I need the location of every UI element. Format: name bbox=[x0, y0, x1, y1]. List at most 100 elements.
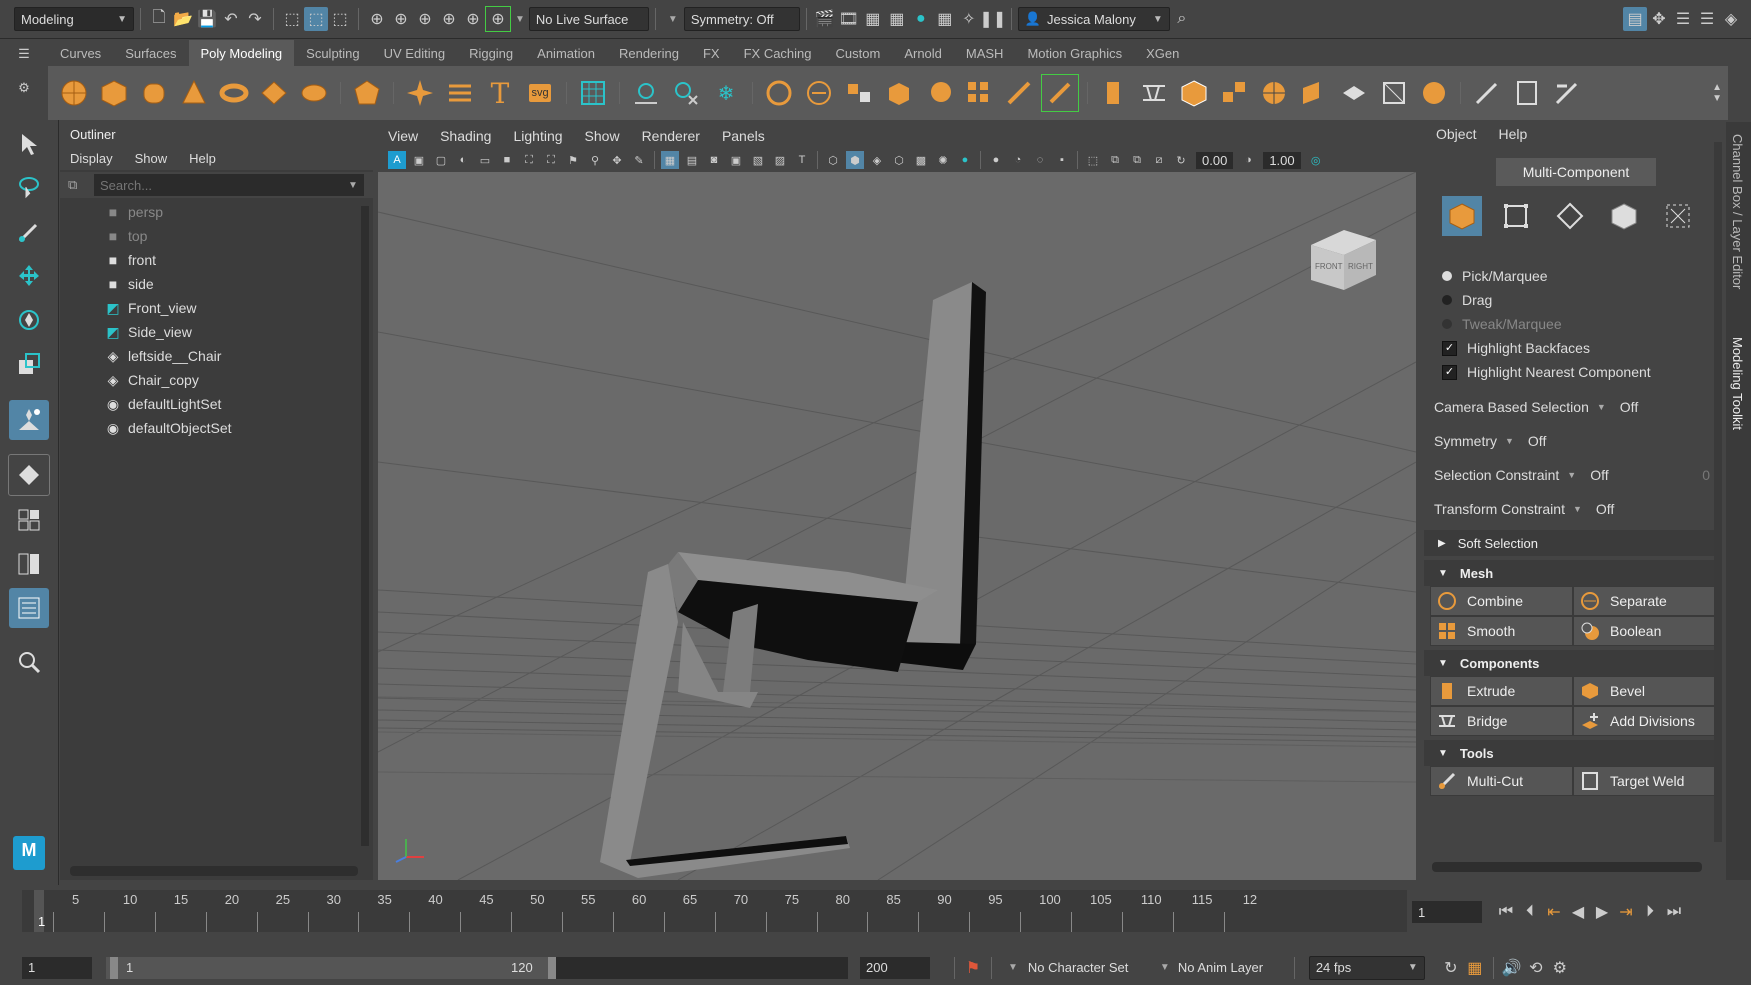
gamma-icon[interactable]: ◑ bbox=[1239, 151, 1257, 169]
rotate-tool-icon[interactable] bbox=[9, 300, 49, 340]
current-frame-field[interactable]: 1 bbox=[1412, 901, 1482, 923]
svg-tool-icon[interactable]: svg bbox=[522, 75, 558, 111]
list-item[interactable]: ■ top bbox=[60, 224, 373, 248]
gate-mask-icon[interactable]: ▣ bbox=[727, 151, 745, 169]
outliner-search-input[interactable] bbox=[94, 174, 364, 196]
smooth-shade-icon[interactable]: ⬢ bbox=[846, 151, 864, 169]
outliner-horizontal-scrollbar[interactable] bbox=[70, 866, 358, 876]
resolution-gate-icon[interactable]: ◙ bbox=[705, 151, 723, 169]
four-view-icon[interactable] bbox=[9, 500, 49, 540]
xray-joints-icon[interactable]: ⧄ bbox=[1150, 151, 1168, 169]
viewport-canvas[interactable]: FRONT RIGHT bbox=[378, 172, 1416, 880]
poly-sphere-icon[interactable] bbox=[56, 75, 92, 111]
image-plane-toggle-icon[interactable]: ◐ bbox=[454, 151, 472, 169]
step-back-icon[interactable]: ⏴ bbox=[1518, 900, 1542, 924]
outliner-vertical-scrollbar[interactable] bbox=[361, 206, 369, 846]
tab-surfaces[interactable]: Surfaces bbox=[113, 40, 188, 66]
select-object-icon[interactable]: ⬚ bbox=[304, 7, 328, 31]
two-view-icon[interactable] bbox=[9, 544, 49, 584]
offset-edge-loop-icon[interactable] bbox=[1336, 75, 1372, 111]
tab-fx[interactable]: FX bbox=[691, 40, 732, 66]
tab-xgen[interactable]: XGen bbox=[1134, 40, 1191, 66]
smooth-button[interactable]: Smooth bbox=[1430, 616, 1573, 646]
search-help-icon[interactable]: ⌕ bbox=[1170, 7, 1194, 31]
gamma-field[interactable]: 1.00 bbox=[1263, 151, 1301, 169]
snap-surface-icon[interactable]: ⊕ bbox=[461, 7, 485, 31]
insert-edge-loop-icon[interactable] bbox=[1296, 75, 1332, 111]
outliner-menu-show[interactable]: Show bbox=[135, 151, 168, 166]
viewport-menu-show[interactable]: Show bbox=[585, 128, 620, 144]
list-item[interactable]: ◈ leftside__Chair bbox=[60, 344, 373, 368]
highlight-nearest-checkbox[interactable]: ✓ Highlight Nearest Component bbox=[1424, 360, 1722, 384]
remesh-icon[interactable] bbox=[1001, 75, 1037, 111]
tweak-marquee-option[interactable]: Tweak/Marquee bbox=[1424, 312, 1722, 336]
super-shape-icon[interactable] bbox=[402, 75, 438, 111]
workspace-dropdown[interactable]: Modeling ▼ bbox=[14, 7, 134, 31]
vertex-mode-icon[interactable] bbox=[1496, 196, 1536, 236]
list-item[interactable]: ◉ defaultLightSet bbox=[60, 392, 373, 416]
poly-cone-icon[interactable] bbox=[176, 75, 212, 111]
use-lights-icon[interactable]: ✺ bbox=[934, 151, 952, 169]
start-time-field[interactable]: 1 bbox=[22, 956, 92, 979]
tools-section[interactable]: ▼ Tools bbox=[1424, 740, 1722, 766]
toolkit-vertical-scrollbar[interactable] bbox=[1714, 142, 1722, 842]
target-weld-button[interactable]: Target Weld bbox=[1573, 766, 1716, 796]
undo-icon[interactable]: ↶ bbox=[219, 7, 243, 31]
extrude-button[interactable]: Extrude bbox=[1430, 676, 1573, 706]
step-forward-icon[interactable]: ⏵ bbox=[1638, 900, 1662, 924]
safe-action-icon[interactable]: ▨ bbox=[771, 151, 789, 169]
extrude-shelf-icon[interactable] bbox=[1096, 75, 1132, 111]
camera-attributes-icon[interactable]: ▣ bbox=[410, 151, 428, 169]
poly-plane-icon[interactable] bbox=[256, 75, 292, 111]
scale-tool-icon[interactable] bbox=[9, 344, 49, 384]
freeze-transform-icon[interactable]: ❄ bbox=[708, 75, 744, 111]
chevron-down-icon[interactable]: ▼ bbox=[1008, 962, 1018, 973]
ghost-icon[interactable]: ⚙ bbox=[1548, 956, 1572, 980]
multi-component-button[interactable]: Multi-Component bbox=[1496, 158, 1656, 186]
sweep-mesh-icon[interactable] bbox=[442, 75, 478, 111]
save-scene-icon[interactable]: 💾 bbox=[195, 7, 219, 31]
grease-pencil-icon[interactable]: ■ bbox=[498, 151, 516, 169]
channel-box-icon[interactable]: ☰ bbox=[1695, 7, 1719, 31]
camera-fit-icon[interactable]: ⛶ bbox=[542, 151, 560, 169]
single-view-icon[interactable] bbox=[8, 454, 50, 496]
snap-live-icon[interactable]: ⊕ bbox=[485, 6, 511, 32]
cache-icon[interactable]: ▦ bbox=[1463, 956, 1487, 980]
zoom-search-icon[interactable] bbox=[9, 642, 49, 682]
list-item[interactable]: ◩ Side_view bbox=[60, 320, 373, 344]
reduce-icon[interactable] bbox=[961, 75, 997, 111]
filter-icon[interactable]: ⧉ bbox=[68, 177, 88, 193]
hypershade-icon[interactable]: ● bbox=[909, 7, 933, 31]
open-scene-icon[interactable]: 📂 bbox=[171, 7, 195, 31]
separate-shelf-icon[interactable] bbox=[801, 75, 837, 111]
snap-point-icon[interactable]: ⊕ bbox=[413, 7, 437, 31]
tab-poly-modeling[interactable]: Poly Modeling bbox=[188, 40, 295, 66]
face-mode-icon[interactable] bbox=[1604, 196, 1644, 236]
tab-fx-caching[interactable]: FX Caching bbox=[732, 40, 824, 66]
two-d-pan-icon[interactable]: ▭ bbox=[476, 151, 494, 169]
shadows-icon[interactable]: ● bbox=[956, 151, 974, 169]
list-item[interactable]: ◉ defaultObjectSet bbox=[60, 416, 373, 440]
transform-constraint-row[interactable]: Transform Constraint ▼ Off bbox=[1424, 492, 1722, 526]
chevron-down-icon[interactable]: ▼ bbox=[1160, 962, 1170, 973]
arnold-light-icon[interactable]: ✧ bbox=[957, 7, 981, 31]
modeling-toolkit-icon[interactable]: ◈ bbox=[1719, 7, 1743, 31]
tab-mash[interactable]: MASH bbox=[954, 40, 1016, 66]
append-polygon-icon[interactable] bbox=[1216, 75, 1252, 111]
pencil-icon[interactable]: ✎ bbox=[630, 151, 648, 169]
bookmark-icon[interactable]: ▢ bbox=[432, 151, 450, 169]
highlight-backfaces-checkbox[interactable]: ✓ Highlight Backfaces bbox=[1424, 336, 1722, 360]
film-gate-icon[interactable]: ▤ bbox=[683, 151, 701, 169]
arnold-render-icon[interactable]: ▦ bbox=[933, 7, 957, 31]
tab-uv-editing[interactable]: UV Editing bbox=[372, 40, 457, 66]
sound-icon[interactable]: 🔊 bbox=[1500, 956, 1524, 980]
toolkit-horizontal-scrollbar[interactable] bbox=[1432, 862, 1702, 872]
range-handle-left[interactable] bbox=[110, 956, 118, 979]
platonic-solid-icon[interactable] bbox=[349, 75, 385, 111]
drag-option[interactable]: Drag bbox=[1424, 288, 1722, 312]
tab-curves[interactable]: Curves bbox=[48, 40, 113, 66]
target-weld-shelf-icon[interactable] bbox=[1509, 75, 1545, 111]
object-mode-icon[interactable] bbox=[1442, 196, 1482, 236]
end-time-field[interactable]: 200 bbox=[860, 956, 930, 979]
snap-grid-icon[interactable]: ⊕ bbox=[365, 7, 389, 31]
